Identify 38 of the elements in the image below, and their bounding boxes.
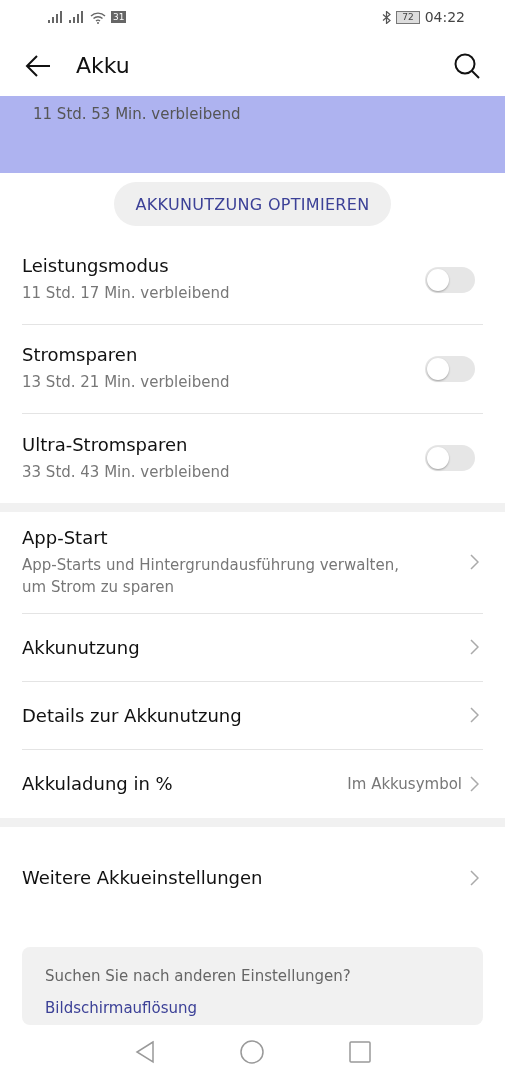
chevron-icon [470,775,479,792]
signal-icon [48,11,64,24]
remaining-time: 11 Std. 53 Min. verbleibend [33,105,241,124]
setting-title[interactable]: Details zur Akkunutzung [22,704,470,726]
home-nav-icon[interactable] [239,1040,264,1065]
toggle-switch[interactable] [425,266,475,293]
mode-title: Ultra-Stromsparen [22,433,189,455]
chevron-icon [470,639,479,656]
setting-description: App-Starts und Hintergrundausführung verwalten, um Strom zu sparen [22,554,400,598]
chevron-icon [470,869,479,886]
chevron-icon [470,554,479,571]
back-arrow-icon[interactable] [24,53,52,78]
calendar-badge: 31 [111,11,127,24]
search-icon[interactable] [453,51,481,80]
setting-value: Im Akkusymbol [347,774,462,793]
page-title: Akku [76,53,131,79]
status-time: 04:22 [424,9,465,26]
chevron-icon [470,707,479,724]
suggestion-heading: Suchen Sie nach anderen Einstellungen? [45,966,352,985]
back-nav-icon[interactable] [134,1040,155,1065]
setting-title[interactable]: Weitere Akkueinstellungen [22,867,470,889]
recents-nav-icon[interactable] [348,1041,371,1064]
bluetooth-icon [382,10,392,24]
mode-title: Stromsparen [22,344,139,366]
suggestion-link[interactable]: Bildschirmauflösung [45,998,460,1017]
signal-icon [69,11,85,24]
setting-title[interactable]: Akkuladung in % [22,773,348,795]
toggle-switch[interactable] [425,445,475,472]
setting-title[interactable]: App-Start [22,526,470,548]
wifi-icon [90,10,106,24]
battery-indicator: 72 [396,10,420,24]
optimize-button[interactable]: AKKUNUTZUNG OPTIMIEREN [113,182,392,227]
mode-subtitle: 11 Std. 17 Min. verbleibend [22,283,231,305]
toggle-switch[interactable] [425,355,475,382]
mode-subtitle: 13 Std. 21 Min. verbleibend [22,372,231,394]
setting-title[interactable]: Akkunutzung [22,636,470,658]
mode-title: Leistungsmodus [22,255,170,277]
mode-subtitle: 33 Std. 43 Min. verbleibend [22,461,231,483]
